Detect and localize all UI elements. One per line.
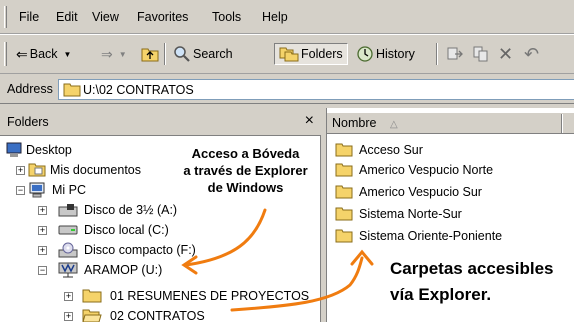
arrow-to-contents bbox=[230, 249, 374, 312]
annotation-arrows bbox=[181, 208, 374, 312]
arrow-to-aramop bbox=[181, 208, 267, 275]
